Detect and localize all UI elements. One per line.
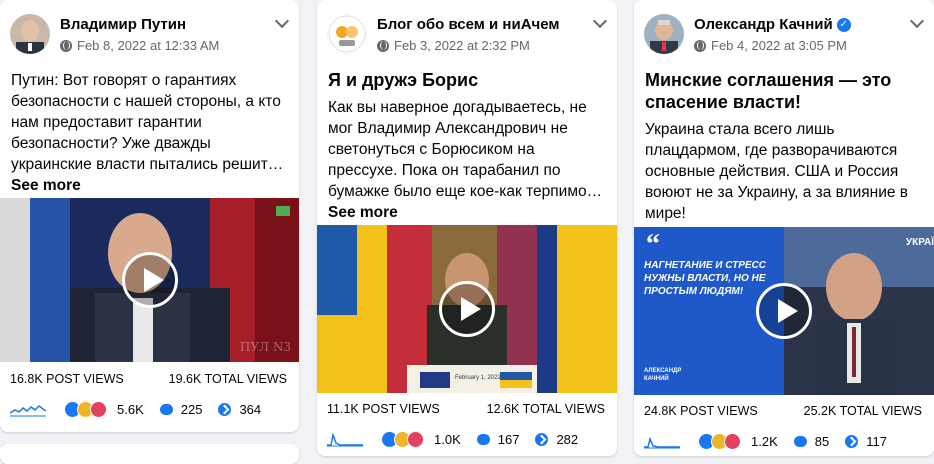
total-views: 25.2K TOTAL VIEWS — [803, 404, 922, 418]
post-header: Блог обо всем и ниАчем Feb 3, 2022 at 2:… — [327, 10, 608, 54]
love-icon — [407, 430, 424, 448]
globe-icon — [60, 39, 72, 52]
comment-icon — [793, 435, 807, 447]
reactions-count[interactable]: 1.2K — [698, 432, 778, 450]
avatar[interactable] — [327, 14, 367, 54]
post-headline: Я и дружэ Борис — [328, 70, 479, 90]
post-text: Путин: Вот говорят о гарантиях безопасно… — [11, 70, 287, 196]
video-watermark: ПУЛ N3 — [239, 340, 291, 354]
reactions-count[interactable]: 1.0K — [381, 430, 461, 448]
shares-count[interactable]: 117 — [845, 434, 887, 449]
love-icon — [90, 400, 107, 418]
post-meta: Feb 4, 2022 at 3:05 PM — [694, 38, 847, 53]
verified-badge-icon: ✓ — [836, 17, 851, 32]
video-channel-label: УКРАЇ — [905, 237, 934, 248]
reactions-count[interactable]: 5.6K — [64, 400, 144, 418]
share-icon — [218, 402, 232, 416]
video-thumbnail[interactable]: “ НАГНЕТАНИЕ И СТРЕСС НУЖНЫ ВЛАСТИ, НО Н… — [634, 227, 934, 395]
post-card: Владимир Путин Feb 8, 2022 at 12:33 AM П… — [0, 0, 299, 432]
author-name[interactable]: Владимир Путин — [60, 16, 186, 33]
post-card: Блог обо всем и ниАчем Feb 3, 2022 at 2:… — [317, 0, 617, 456]
post-date[interactable]: Feb 3, 2022 at 2:32 PM — [394, 38, 530, 53]
comment-icon — [476, 433, 490, 445]
share-icon — [535, 432, 549, 446]
comments-count[interactable]: 225 — [159, 402, 202, 417]
shares-count[interactable]: 282 — [535, 432, 578, 447]
post-meta: Feb 3, 2022 at 2:32 PM — [377, 38, 530, 53]
avatar[interactable] — [644, 14, 684, 54]
post-views: 16.8K POST VIEWS — [10, 372, 124, 386]
post-body: Путин: Вот говорят о гарантиях безопасно… — [11, 72, 284, 173]
post-body: Как вы наверное догадываетесь, не мог Вл… — [328, 99, 603, 200]
love-icon — [724, 432, 741, 450]
engagement-row: 5.6K 225 364 — [10, 398, 289, 420]
post-headline: Минские соглашения — это спасение власти… — [645, 70, 892, 112]
video-thumbnail[interactable]: ПУЛ N3 — [0, 198, 299, 362]
play-button[interactable] — [121, 252, 178, 308]
post-card: Олександр Качний ✓ Feb 4, 2022 at 3:05 P… — [634, 0, 934, 456]
next-post-card — [0, 444, 299, 464]
post-date[interactable]: Feb 8, 2022 at 12:33 AM — [77, 38, 219, 53]
podium-caption: February 1, 2022 — [455, 375, 501, 381]
post-views: 11.1K POST VIEWS — [327, 402, 440, 416]
comments-count[interactable]: 167 — [476, 432, 519, 447]
comment-icon — [159, 403, 173, 415]
post-header: Владимир Путин Feb 8, 2022 at 12:33 AM — [10, 10, 290, 54]
sparkline-chart — [327, 432, 363, 447]
play-button[interactable] — [756, 283, 812, 339]
see-more-link[interactable]: See more — [328, 202, 605, 223]
engagement-row: 1.0K 167 282 — [327, 428, 607, 450]
comments-count[interactable]: 85 — [793, 434, 829, 449]
post-views: 24.8K POST VIEWS — [644, 404, 758, 418]
post-text: Украина стала всего лишь плацдармом, где… — [645, 119, 922, 224]
post-meta: Feb 8, 2022 at 12:33 AM — [60, 38, 219, 53]
globe-icon — [377, 39, 389, 52]
post-date[interactable]: Feb 4, 2022 at 3:05 PM — [711, 38, 847, 53]
author-name[interactable]: Олександр Качний ✓ — [694, 16, 851, 33]
chevron-down-icon[interactable] — [592, 13, 608, 29]
svg-text:“: “ — [646, 229, 660, 260]
avatar[interactable] — [10, 14, 50, 54]
post-header: Олександр Качний ✓ Feb 4, 2022 at 3:05 P… — [644, 10, 925, 54]
chevron-down-icon[interactable] — [274, 13, 290, 29]
total-views: 12.6K TOTAL VIEWS — [486, 402, 605, 416]
video-thumbnail[interactable]: February 1, 2022 — [317, 225, 617, 393]
share-icon — [845, 434, 859, 448]
engagement-row: 1.2K 85 117 — [644, 430, 924, 452]
video-caption: АЛЕКСАНДР КАЧНИЙ — [644, 368, 682, 382]
sparkline-chart — [644, 436, 680, 449]
post-text: Как вы наверное догадываетесь, не мог Вл… — [328, 97, 605, 223]
play-button[interactable] — [439, 281, 495, 337]
author-name[interactable]: Блог обо всем и ниАчем — [377, 16, 560, 33]
globe-icon — [694, 39, 706, 52]
shares-count[interactable]: 364 — [218, 402, 261, 417]
total-views: 19.6K TOTAL VIEWS — [168, 372, 287, 386]
chevron-down-icon[interactable] — [909, 13, 925, 29]
sparkline-chart — [10, 405, 46, 417]
see-more-link[interactable]: See more — [11, 175, 287, 196]
post-body: Украина стала всего лишь плацдармом, где… — [645, 121, 909, 222]
